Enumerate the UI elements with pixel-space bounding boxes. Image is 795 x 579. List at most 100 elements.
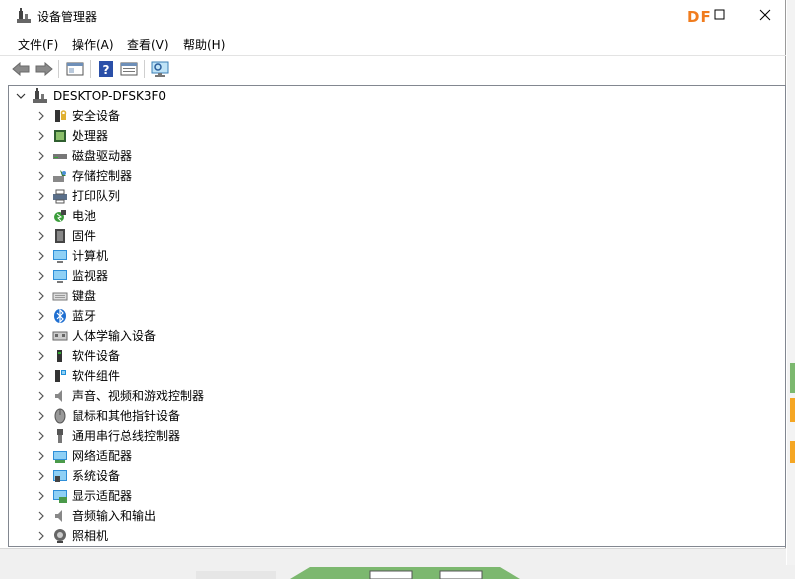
tree-category-node[interactable]: 存储控制器	[9, 166, 779, 186]
tree-category-node[interactable]: 处理器	[9, 126, 779, 146]
chevron-right-icon[interactable]	[35, 326, 47, 346]
tree-root-label: DESKTOP-DFSK3F0	[53, 89, 167, 103]
chevron-right-icon[interactable]	[35, 526, 47, 546]
system-device-icon	[52, 468, 68, 484]
chevron-right-icon[interactable]	[35, 186, 47, 206]
tree-category-node[interactable]: 显示适配器	[9, 486, 779, 506]
security-device-icon	[52, 108, 68, 124]
show-hide-tree-icon	[66, 62, 84, 76]
chevron-right-icon[interactable]	[35, 426, 47, 446]
tree-category-label: 蓝牙	[72, 309, 97, 323]
tree-category-label: 鼠标和其他指针设备	[72, 409, 181, 423]
storage-controller-icon	[52, 168, 68, 184]
tree-category-node[interactable]: 鼠标和其他指针设备	[9, 406, 779, 426]
keyboard-icon	[52, 288, 68, 304]
chevron-right-icon[interactable]	[35, 466, 47, 486]
tree-category-node[interactable]: 磁盘驱动器	[9, 146, 779, 166]
print-queue-icon	[52, 188, 68, 204]
menu-view[interactable]: 查看(V)	[127, 36, 169, 53]
tree-category-label: 软件组件	[72, 369, 121, 383]
tree-category-label: 磁盘驱动器	[72, 149, 133, 163]
tree-category-node[interactable]: 软件设备	[9, 346, 779, 366]
chevron-right-icon[interactable]	[35, 486, 47, 506]
tree-category-label: 存储控制器	[72, 169, 133, 183]
maximize-icon	[714, 9, 725, 20]
chevron-right-icon[interactable]	[35, 286, 47, 306]
maximize-button[interactable]	[706, 2, 732, 28]
tree-category-label: 网络适配器	[72, 449, 133, 463]
forward-button[interactable]	[33, 58, 55, 80]
background-orange-strip-2	[790, 441, 795, 463]
tree-category-node[interactable]: 安全设备	[9, 106, 779, 126]
chevron-right-icon[interactable]	[35, 406, 47, 426]
mouse-icon	[52, 408, 68, 424]
processor-icon	[52, 128, 68, 144]
tree-category-node[interactable]: 固件	[9, 226, 779, 246]
chevron-right-icon[interactable]	[35, 506, 47, 526]
background-window-edge	[787, 0, 795, 579]
properties-button[interactable]	[118, 58, 140, 80]
display-adapter-icon	[52, 488, 68, 504]
svg-text:?: ?	[103, 63, 110, 77]
chevron-down-icon[interactable]	[15, 86, 27, 106]
tree-category-node[interactable]: 网络适配器	[9, 446, 779, 466]
chevron-right-icon[interactable]	[35, 126, 47, 146]
toolbar: ?	[0, 55, 786, 82]
close-icon	[759, 9, 771, 21]
menu-action[interactable]: 操作(A)	[72, 36, 114, 53]
chevron-right-icon[interactable]	[35, 266, 47, 286]
window-title: 设备管理器	[37, 10, 98, 24]
tree-category-label: 声音、视频和游戏控制器	[72, 389, 205, 403]
device-tree[interactable]: DESKTOP-DFSK3F0 安全设备 处理器磁盘驱动器存储控制器打印队列电池固…	[8, 85, 786, 547]
tree-category-node[interactable]: 系统设备	[9, 466, 779, 486]
chevron-right-icon[interactable]	[35, 166, 47, 186]
tree-category-label: 打印队列	[72, 189, 121, 203]
background-orange-strip	[790, 398, 795, 422]
chevron-right-icon[interactable]	[35, 246, 47, 266]
show-hide-tree-button[interactable]	[64, 58, 86, 80]
chevron-right-icon[interactable]	[35, 306, 47, 326]
camera-icon	[52, 528, 68, 544]
chevron-right-icon[interactable]	[35, 386, 47, 406]
close-button[interactable]	[752, 2, 778, 28]
chevron-right-icon[interactable]	[35, 146, 47, 166]
tree-category-node[interactable]: 蓝牙	[9, 306, 779, 326]
chevron-right-icon[interactable]	[35, 226, 47, 246]
background-green-strip	[790, 363, 795, 393]
tree-category-label: 监视器	[72, 269, 109, 283]
software-device-icon	[52, 348, 68, 364]
sound-icon	[52, 388, 68, 404]
menu-file[interactable]: 文件(F)	[18, 36, 58, 53]
tree-category-node[interactable]: 音频输入和输出	[9, 506, 779, 526]
background-taskbar-edge	[0, 565, 795, 579]
back-button[interactable]	[10, 58, 32, 80]
toolbar-separator	[58, 60, 59, 78]
chevron-right-icon[interactable]	[35, 206, 47, 226]
tree-category-node[interactable]: 照相机	[9, 526, 779, 546]
tree-category-node[interactable]: 打印队列	[9, 186, 779, 206]
tree-category-label: 键盘	[72, 289, 97, 303]
tree-category-node[interactable]: 电池	[9, 206, 779, 226]
menu-bar: 文件(F) 操作(A) 查看(V) 帮助(H)	[0, 32, 786, 54]
scan-hardware-icon	[151, 61, 169, 77]
chevron-right-icon[interactable]	[35, 366, 47, 386]
audio-io-icon	[52, 508, 68, 524]
disk-drive-icon	[52, 148, 68, 164]
tree-category-node[interactable]: 键盘	[9, 286, 779, 306]
help-button[interactable]: ?	[95, 58, 117, 80]
chevron-right-icon[interactable]	[35, 346, 47, 366]
menu-help[interactable]: 帮助(H)	[183, 36, 225, 53]
scan-hardware-button[interactable]	[149, 58, 171, 80]
chevron-right-icon[interactable]	[35, 446, 47, 466]
tree-root-node[interactable]: DESKTOP-DFSK3F0	[9, 86, 779, 106]
tree-category-node[interactable]: 软件组件	[9, 366, 779, 386]
toolbar-separator-3	[144, 60, 145, 78]
tree-category-node[interactable]: 通用串行总线控制器	[9, 426, 779, 446]
tree-category-node[interactable]: 声音、视频和游戏控制器	[9, 386, 779, 406]
chevron-right-icon[interactable]	[35, 106, 47, 126]
tree-category-node[interactable]: 计算机	[9, 246, 779, 266]
title-bar[interactable]: 设备管理器 DF	[0, 0, 786, 31]
tree-category-node[interactable]: 人体学输入设备	[9, 326, 779, 346]
tree-category-node[interactable]: 监视器	[9, 266, 779, 286]
computer-root-icon	[32, 88, 48, 104]
